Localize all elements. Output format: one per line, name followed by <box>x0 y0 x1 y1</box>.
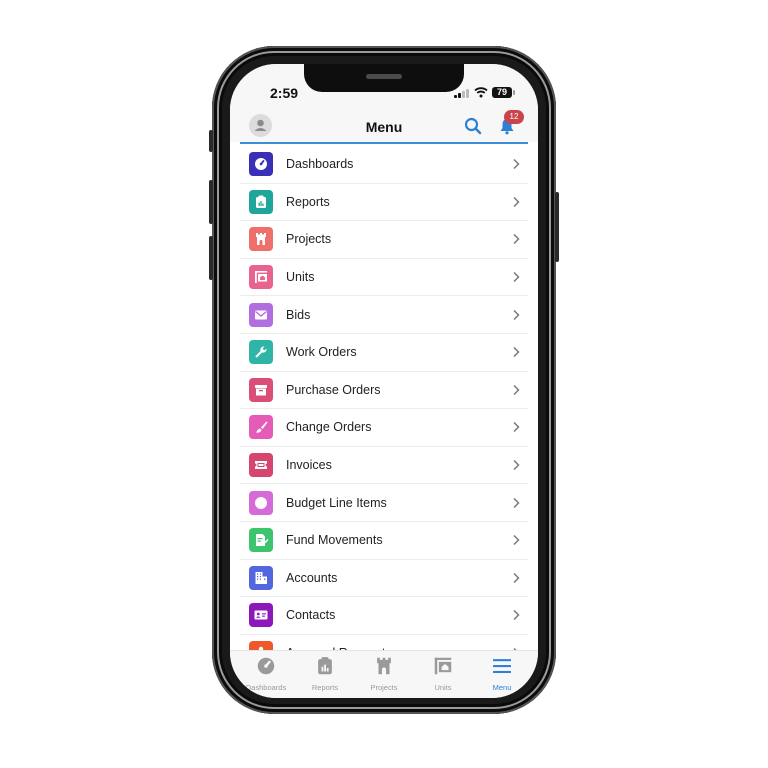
document-edit-icon <box>249 528 273 553</box>
page-title: Menu <box>365 119 403 135</box>
menu-item-label: Projects <box>286 232 332 247</box>
menu-item-label: Invoices <box>286 458 332 473</box>
tab-label: Units <box>434 683 452 692</box>
tab-label: Menu <box>492 683 512 692</box>
battery-icon: 79 <box>492 87 515 98</box>
menu-item-label: Accounts <box>286 570 338 585</box>
menu-item-accounts[interactable]: Accounts <box>240 560 528 598</box>
signal-icon <box>454 89 469 98</box>
menu-item-dashboards[interactable]: Dashboards <box>240 146 528 184</box>
menu-item-label: Change Orders <box>286 420 372 435</box>
gauge-icon <box>249 152 273 177</box>
ticket-icon <box>249 453 273 478</box>
menu-item-label: Reports <box>286 194 330 209</box>
chevron-right-icon <box>513 497 520 508</box>
chevron-right-icon <box>513 272 520 283</box>
menu-item-label: Budget Line Items <box>286 495 387 510</box>
header-divider <box>240 142 528 144</box>
tab-menu[interactable]: Menu <box>472 655 532 692</box>
chevron-right-icon <box>513 384 520 395</box>
menu-item-invoices[interactable]: Invoices <box>240 447 528 485</box>
status-time: 2:59 <box>270 85 299 101</box>
chevron-right-icon <box>513 196 520 207</box>
chevron-right-icon <box>513 159 520 170</box>
archive-box-icon <box>249 377 273 402</box>
castle-icon <box>377 657 391 675</box>
menu-item-projects[interactable]: Projects <box>240 221 528 259</box>
menu-item-budget-line-items[interactable]: Budget Line Items <box>240 484 528 522</box>
menu-item-label: Contacts <box>286 608 336 623</box>
menu-item-units[interactable]: Units <box>240 259 528 297</box>
hamburger-icon <box>493 659 511 674</box>
chevron-right-icon <box>513 422 520 433</box>
volume-up-button <box>209 180 213 224</box>
volume-down-button <box>209 236 213 280</box>
id-card-icon <box>249 603 273 628</box>
app-screen: 2:59 79 Menu 12 Dashboards Reports Project… <box>230 64 538 698</box>
chevron-right-icon <box>513 535 520 546</box>
chevron-right-icon <box>513 234 520 245</box>
chevron-right-icon <box>513 610 520 621</box>
menu-list: Dashboards Reports Projects Units Bids Work O… <box>240 146 528 673</box>
speaker <box>366 74 402 79</box>
power-button <box>555 192 559 262</box>
gauge-icon <box>257 657 275 675</box>
menu-item-label: Purchase Orders <box>286 382 381 397</box>
tab-dashboards[interactable]: Dashboards <box>236 655 296 692</box>
chevron-right-icon <box>513 347 520 358</box>
menu-item-reports[interactable]: Reports <box>240 184 528 222</box>
search-icon[interactable] <box>464 117 482 135</box>
menu-item-label: Bids <box>286 307 311 322</box>
unit-sign-icon <box>434 657 452 675</box>
tab-bar: Dashboards Reports Projects Units Menu <box>230 650 538 698</box>
wifi-icon <box>474 87 488 98</box>
menu-item-work-orders[interactable]: Work Orders <box>240 334 528 372</box>
chevron-right-icon <box>513 572 520 583</box>
brush-icon <box>249 415 273 440</box>
building-icon <box>249 565 273 590</box>
clipboard-chart-icon <box>318 657 332 675</box>
unit-sign-icon <box>249 265 273 290</box>
castle-icon <box>249 227 273 252</box>
circle-icon <box>249 490 273 515</box>
menu-item-contacts[interactable]: Contacts <box>240 597 528 635</box>
envelope-icon <box>249 302 273 327</box>
wrench-icon <box>249 340 273 365</box>
tab-reports[interactable]: Reports <box>295 655 355 692</box>
menu-item-label: Units <box>286 270 315 285</box>
menu-item-label: Dashboards <box>286 157 354 172</box>
menu-item-fund-movements[interactable]: Fund Movements <box>240 522 528 560</box>
notch <box>304 64 464 92</box>
tab-projects[interactable]: Projects <box>354 655 414 692</box>
notification-badge: 12 <box>504 110 524 124</box>
menu-item-label: Fund Movements <box>286 533 383 548</box>
tab-label: Projects <box>370 683 398 692</box>
menu-item-purchase-orders[interactable]: Purchase Orders <box>240 372 528 410</box>
tab-units[interactable]: Units <box>413 655 473 692</box>
chevron-right-icon <box>513 309 520 320</box>
tab-label: Reports <box>311 683 339 692</box>
clipboard-chart-icon <box>249 189 273 214</box>
silent-switch <box>209 130 213 152</box>
tab-label: Dashboards <box>245 683 287 692</box>
menu-item-change-orders[interactable]: Change Orders <box>240 409 528 447</box>
menu-item-label: Work Orders <box>286 345 357 360</box>
chevron-right-icon <box>513 460 520 471</box>
menu-item-bids[interactable]: Bids <box>240 296 528 334</box>
